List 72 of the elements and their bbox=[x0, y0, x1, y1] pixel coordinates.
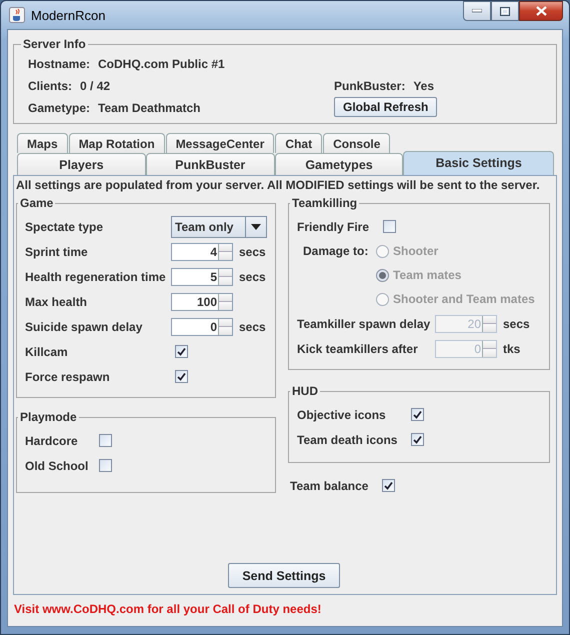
radio-label: Shooter and Team mates bbox=[393, 292, 535, 306]
send-settings-button[interactable]: Send Settings bbox=[228, 563, 340, 588]
tab[interactable]: Console bbox=[323, 133, 390, 153]
maximize-icon bbox=[500, 6, 510, 16]
unit-label: secs bbox=[239, 320, 266, 334]
tab[interactable]: Map Rotation bbox=[68, 133, 165, 153]
setting-label: Friendly Fire bbox=[297, 220, 370, 234]
field-label: Gametype: bbox=[28, 101, 90, 115]
radio-label: Team mates bbox=[393, 268, 462, 282]
number-spinner[interactable]: 100 bbox=[171, 292, 233, 310]
setting-label: Hardcore bbox=[25, 434, 79, 448]
number-spinner[interactable]: 4 bbox=[171, 242, 233, 260]
setting-label: Max health bbox=[25, 294, 88, 308]
checkbox[interactable] bbox=[99, 459, 112, 472]
setting-label: Spectate type bbox=[25, 220, 104, 234]
notice-text: All settings are populated from your server. All MODIFIED settings will be sent to the server. bbox=[16, 178, 541, 192]
group-title: Playmode bbox=[19, 410, 78, 424]
minimize-button[interactable] bbox=[463, 1, 491, 21]
number-spinner[interactable]: 5 bbox=[171, 268, 233, 286]
checkbox[interactable] bbox=[175, 370, 188, 383]
group-title: Teamkilling bbox=[291, 196, 358, 210]
unit-label: secs bbox=[239, 244, 266, 258]
field-label: Hostname: bbox=[28, 57, 90, 71]
window-title: ModernRcon bbox=[31, 8, 106, 22]
setting-label: Old School bbox=[25, 458, 90, 472]
field-value: Yes bbox=[413, 79, 434, 93]
footer-link-text: Visit www.CoDHQ.com for all your Call of Duty needs! bbox=[13, 601, 322, 616]
number-spinner[interactable]: 0 bbox=[171, 318, 233, 336]
setting-label: Killcam bbox=[25, 344, 69, 358]
setting-label: Kick teamkillers after bbox=[297, 342, 419, 356]
tab[interactable]: Gametypes bbox=[274, 153, 404, 175]
setting-label: Health regeneration time bbox=[25, 270, 167, 284]
tab[interactable]: Basic Settings bbox=[403, 151, 554, 175]
close-button[interactable] bbox=[519, 1, 563, 21]
unit-label: secs bbox=[239, 270, 266, 284]
dropdown[interactable]: Team only bbox=[171, 216, 267, 238]
checkbox[interactable] bbox=[383, 220, 396, 233]
unit-label: secs bbox=[503, 316, 530, 330]
checkbox[interactable] bbox=[175, 345, 188, 358]
tab[interactable]: Players bbox=[17, 153, 146, 175]
checkbox[interactable] bbox=[99, 434, 112, 447]
setting-label: Team death icons bbox=[297, 432, 398, 446]
setting-label: Damage to: bbox=[303, 243, 370, 260]
setting-label: Sprint time bbox=[25, 244, 89, 258]
tab[interactable]: PunkBuster bbox=[146, 153, 275, 175]
checkbox[interactable] bbox=[382, 479, 396, 492]
dropdown-arrow-icon bbox=[251, 224, 261, 230]
field-value: 0 / 42 bbox=[80, 79, 110, 93]
setting-label: Objective icons bbox=[297, 408, 387, 422]
checkbox[interactable] bbox=[411, 433, 424, 446]
tab[interactable]: Maps bbox=[17, 133, 68, 153]
setting-label: Teamkiller spawn delay bbox=[297, 316, 431, 330]
field-value: CoDHQ.com Public #1 bbox=[98, 57, 225, 71]
field-label: Clients: bbox=[28, 79, 72, 93]
tab[interactable]: MessageCenter bbox=[166, 133, 274, 153]
refresh-button[interactable]: Global Refresh bbox=[334, 97, 438, 117]
minimize-icon bbox=[472, 9, 482, 13]
maximize-button[interactable] bbox=[491, 1, 519, 21]
tab[interactable]: Chat bbox=[275, 133, 322, 153]
group-title: Server Info bbox=[22, 37, 87, 51]
close-icon bbox=[536, 6, 546, 16]
radio-label: Shooter bbox=[393, 244, 438, 258]
group-title: Game bbox=[19, 196, 54, 210]
setting-label: Suicide spawn delay bbox=[25, 320, 144, 334]
setting-label: Force respawn bbox=[25, 370, 111, 384]
field-value: Team Deathmatch bbox=[98, 101, 201, 115]
group-title: HUD bbox=[291, 384, 319, 398]
field-label: PunkBuster: bbox=[334, 79, 406, 93]
checkbox[interactable] bbox=[411, 408, 424, 421]
setting-label: Team balance bbox=[290, 478, 368, 492]
unit-label: tks bbox=[503, 342, 520, 356]
coffee-cup-icon bbox=[9, 7, 25, 23]
